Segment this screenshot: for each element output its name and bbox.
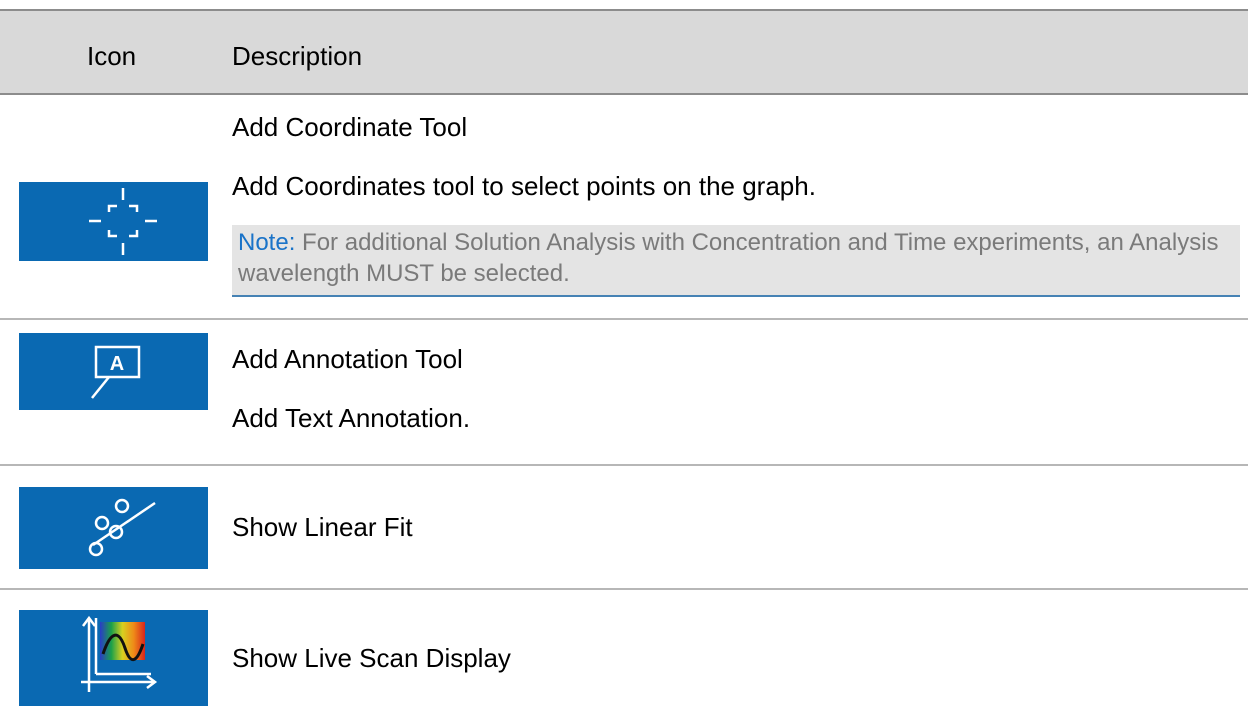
annotation-icon: A <box>19 333 208 410</box>
column-header-icon: Icon <box>87 41 137 71</box>
note-box: Note: For additional Solution Analysis w… <box>232 225 1240 297</box>
row-title-show-linear-fit: Show Linear Fit <box>232 512 413 542</box>
row-title-show-live-scan-display: Show Live Scan Display <box>232 643 511 673</box>
row-divider <box>0 464 1248 466</box>
row-title-add-annotation-tool: Add Annotation Tool <box>232 344 463 374</box>
annotation-icon-letter: A <box>110 353 124 375</box>
live-scan-spectrum-icon <box>19 610 208 706</box>
coordinate-crosshair-icon <box>19 182 208 261</box>
row-body-add-coordinate-tool: Add Coordinates tool to select points on… <box>232 171 816 201</box>
table-header: Icon Description <box>0 9 1248 95</box>
row-divider <box>0 318 1248 320</box>
row-divider <box>0 588 1248 590</box>
row-body-add-annotation-tool: Add Text Annotation. <box>232 403 471 433</box>
note-text: For additional Solution Analysis with Co… <box>238 229 1219 287</box>
note-label: Note: <box>238 229 296 256</box>
percent-linear-fit-icon <box>19 487 208 569</box>
row-title-add-coordinate-tool: Add Coordinate Tool <box>232 112 468 142</box>
column-header-description: Description <box>232 41 363 71</box>
